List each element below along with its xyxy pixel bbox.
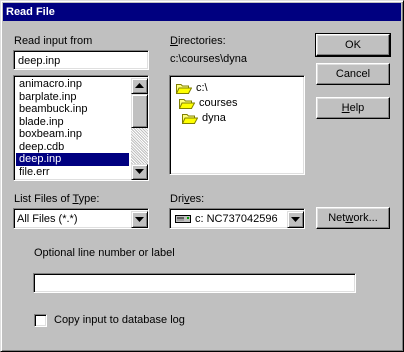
file-list-item[interactable]: boxbeam.inp <box>16 128 129 141</box>
file-list-scrollbar[interactable] <box>131 78 148 180</box>
read-input-label: Read input from <box>14 35 93 47</box>
file-list-item[interactable]: file.err <box>16 166 129 179</box>
open-folder-icon <box>175 84 193 94</box>
file-list[interactable]: animacro.inp barplate.inp beambuck.inp blad… <box>13 75 149 181</box>
network-button[interactable]: Network... <box>316 207 390 229</box>
ok-button[interactable]: OK <box>315 33 391 57</box>
directory-item[interactable]: dyna <box>181 111 226 126</box>
chevron-down-icon <box>135 217 144 222</box>
drives-select[interactable]: c: NC737042596 <box>169 208 305 229</box>
filename-input[interactable]: deep.inp <box>13 50 149 70</box>
help-button[interactable]: Help <box>316 97 390 119</box>
file-type-label: List Files of Type: <box>14 193 100 205</box>
copy-log-checkbox[interactable] <box>34 314 47 327</box>
scroll-thumb[interactable] <box>131 94 148 128</box>
scroll-down-button[interactable] <box>131 164 148 180</box>
scroll-up-button[interactable] <box>131 78 148 94</box>
file-list-item[interactable]: blade.inp <box>16 116 129 129</box>
directory-item-label: c:\ <box>196 82 208 94</box>
read-file-dialog: Read File Read input from deep.inp anima… <box>0 0 404 352</box>
file-list-item[interactable]: barplate.inp <box>16 91 129 104</box>
file-list-item[interactable]: beambuck.inp <box>16 103 129 116</box>
file-type-dropdown-button[interactable] <box>131 211 148 228</box>
directory-item[interactable]: courses <box>178 96 238 111</box>
chevron-down-icon <box>291 217 300 222</box>
drives-value: c: NC737042596 <box>195 213 278 225</box>
directory-item[interactable]: c:\ <box>175 81 208 96</box>
file-list-item[interactable]: deep.cdb <box>16 141 129 154</box>
hard-drive-icon <box>175 215 191 223</box>
file-type-value: All Files (*.*) <box>17 213 78 225</box>
title-bar: Read File <box>3 3 401 21</box>
file-list-item[interactable]: animacro.inp <box>16 78 129 91</box>
optional-line-input[interactable] <box>33 273 356 293</box>
open-folder-icon <box>178 99 196 109</box>
drives-label: Drives: <box>170 193 205 205</box>
directories-label: Directories: <box>170 35 226 47</box>
arrow-down-icon <box>135 169 144 174</box>
directory-tree[interactable]: c:\ courses dyna <box>169 75 305 175</box>
cancel-button[interactable]: Cancel <box>316 63 390 85</box>
copy-log-label[interactable]: Copy input to database log <box>54 314 185 327</box>
filename-value: deep.inp <box>18 55 61 67</box>
directory-item-label: courses <box>199 97 238 109</box>
directory-item-label: dyna <box>202 112 226 124</box>
file-type-select[interactable]: All Files (*.*) <box>13 208 149 229</box>
window-title: Read File <box>6 6 55 18</box>
arrow-up-icon <box>135 83 144 88</box>
drives-dropdown-button[interactable] <box>287 211 304 228</box>
open-folder-icon <box>181 114 199 124</box>
optional-label: Optional line number or label <box>34 247 175 259</box>
file-list-item[interactable]: deep.inp <box>16 153 129 166</box>
current-directory-path: c:\courses\dyna <box>170 53 248 65</box>
